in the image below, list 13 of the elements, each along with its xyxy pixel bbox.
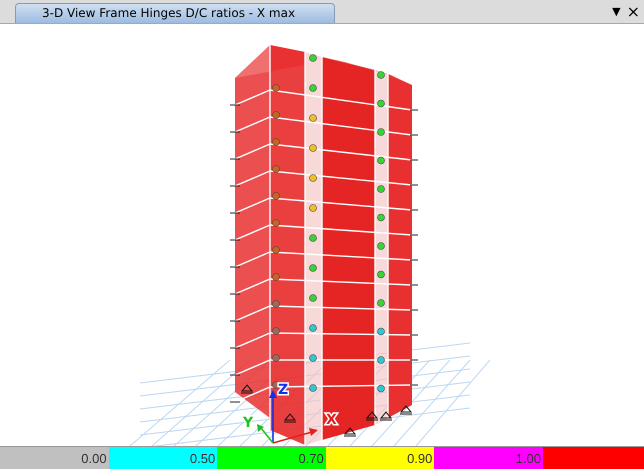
axis-label: Y xyxy=(243,415,254,431)
y-axis-arrow xyxy=(257,424,274,444)
x-axis-arrow xyxy=(272,428,318,444)
view-tab[interactable]: 3-D View Frame Hinges D/C ratios - X max xyxy=(15,3,335,23)
axis-label: X xyxy=(326,412,337,428)
legend-value: 0.50 xyxy=(190,450,216,466)
close-button[interactable]: × xyxy=(626,4,640,20)
z-axis-arrow xyxy=(269,390,277,443)
legend-value: 0.00 xyxy=(81,450,107,466)
legend-value: 0.70 xyxy=(298,450,324,466)
legend-value: 0.90 xyxy=(407,450,432,466)
legend-value: 1.00 xyxy=(516,450,541,466)
dropdown-button[interactable]: ▼ xyxy=(612,4,621,20)
